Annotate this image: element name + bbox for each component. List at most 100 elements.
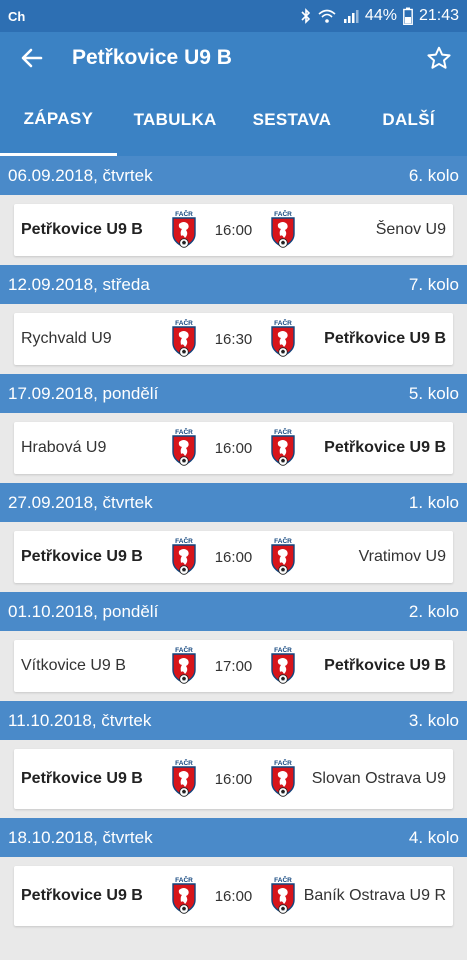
match-round: 4. kolo xyxy=(408,827,459,847)
svg-text:FAČR: FAČR xyxy=(275,210,293,218)
wifi-icon xyxy=(317,8,337,24)
svg-text:FAČR: FAČR xyxy=(275,319,293,327)
tab-zapasy[interactable]: ZÁPASY xyxy=(0,84,117,156)
tab-bar: ZÁPASY TABULKA SESTAVA DALŠÍ xyxy=(0,84,467,156)
match-card[interactable]: Petřkovice U9 B FAČR 16:00 FAČR Slovan O… xyxy=(14,749,453,809)
away-team: Šenov U9 xyxy=(375,221,446,238)
star-icon xyxy=(427,46,451,69)
away-team: Petřkovice U9 B xyxy=(324,439,446,456)
day-header: 01.10.2018, pondělí 2. kolo xyxy=(0,592,467,631)
svg-text:FAČR: FAČR xyxy=(275,876,293,884)
match-date: 12.09.2018, středa xyxy=(8,274,150,294)
clock: 21:43 xyxy=(418,7,459,24)
signal-icon xyxy=(343,8,359,24)
match-center: FAČR 16:00 FAČR xyxy=(169,428,299,468)
match-card[interactable]: Hrabová U9 FAČR 16:00 FAČR Petřkovice U9… xyxy=(14,422,453,474)
match-round: 6. kolo xyxy=(408,165,459,185)
match-time: 16:00 xyxy=(214,887,253,905)
svg-text:FAČR: FAČR xyxy=(175,428,193,436)
day-header: 12.09.2018, středa 7. kolo xyxy=(0,265,467,304)
home-crest-icon: FAČR xyxy=(169,646,199,686)
match-card[interactable]: Petřkovice U9 B FAČR 16:00 FAČR Vratimov… xyxy=(14,531,453,583)
home-crest-icon: FAČR xyxy=(169,759,199,799)
away-team: Petřkovice U9 B xyxy=(324,657,446,674)
battery-percent: 44% xyxy=(364,7,397,24)
status-bar: Ch 44% 21:43 xyxy=(0,0,467,32)
match-center: FAČR 17:00 FAČR xyxy=(169,646,299,686)
day-header: 27.09.2018, čtvrtek 1. kolo xyxy=(0,483,467,522)
svg-text:FAČR: FAČR xyxy=(175,537,193,545)
match-card[interactable]: Petřkovice U9 B FAČR 16:00 FAČR Baník Os… xyxy=(14,866,453,926)
match-list[interactable]: 06.09.2018, čtvrtek 6. kolo Petřkovice U… xyxy=(0,156,467,960)
away-crest-icon: FAČR xyxy=(268,876,298,916)
match-card[interactable]: Vítkovice U9 B FAČR 17:00 FAČR Petřkovic… xyxy=(14,640,453,692)
match-time: 16:00 xyxy=(214,548,253,566)
svg-text:FAČR: FAČR xyxy=(275,646,293,654)
match-time: 16:00 xyxy=(214,439,253,457)
home-crest-icon: FAČR xyxy=(169,428,199,468)
svg-text:FAČR: FAČR xyxy=(175,319,193,327)
away-crest-icon: FAČR xyxy=(268,759,298,799)
match-center: FAČR 16:30 FAČR xyxy=(169,319,299,359)
match-center: FAČR 16:00 FAČR xyxy=(169,210,299,250)
away-crest-icon: FAČR xyxy=(268,646,298,686)
svg-text:FAČR: FAČR xyxy=(175,210,193,218)
home-team: Vítkovice U9 B xyxy=(21,657,126,674)
away-crest-icon: FAČR xyxy=(268,537,298,577)
svg-text:FAČR: FAČR xyxy=(275,759,293,767)
match-center: FAČR 16:00 FAČR xyxy=(169,759,299,799)
tab-sestava[interactable]: SESTAVA xyxy=(234,84,351,156)
battery-icon xyxy=(403,7,413,25)
svg-text:FAČR: FAČR xyxy=(175,759,193,767)
away-crest-icon: FAČR xyxy=(268,319,298,359)
match-card[interactable]: Rychvald U9 FAČR 16:30 FAČR Petřkovice U… xyxy=(14,313,453,365)
match-date: 06.09.2018, čtvrtek xyxy=(8,165,153,185)
home-team: Petřkovice U9 B xyxy=(21,548,143,565)
home-team: Petřkovice U9 B xyxy=(21,221,143,238)
match-date: 18.10.2018, čtvrtek xyxy=(8,827,153,847)
day-header: 18.10.2018, čtvrtek 4. kolo xyxy=(0,818,467,857)
tab-tabulka[interactable]: TABULKA xyxy=(117,84,234,156)
match-time: 16:30 xyxy=(214,330,253,348)
away-crest-icon: FAČR xyxy=(268,428,298,468)
tab-dalsi[interactable]: DALŠÍ xyxy=(350,84,467,156)
home-crest-icon: FAČR xyxy=(169,537,199,577)
away-crest-icon: FAČR xyxy=(268,210,298,250)
home-crest-icon: FAČR xyxy=(169,210,199,250)
home-crest-icon: FAČR xyxy=(169,319,199,359)
match-date: 27.09.2018, čtvrtek xyxy=(8,492,153,512)
home-crest-icon: FAČR xyxy=(169,876,199,916)
page-title: Petřkovice U9 B xyxy=(72,46,232,69)
day-header: 06.09.2018, čtvrtek 6. kolo xyxy=(0,156,467,195)
bluetooth-icon xyxy=(301,8,311,24)
app-bar: Petřkovice U9 B xyxy=(0,32,467,84)
match-round: 7. kolo xyxy=(408,274,459,294)
arrow-left-icon xyxy=(21,48,43,68)
match-time: 16:00 xyxy=(214,221,253,239)
svg-text:FAČR: FAČR xyxy=(175,876,193,884)
day-header: 11.10.2018, čtvrtek 3. kolo xyxy=(0,701,467,740)
day-header: 17.09.2018, pondělí 5. kolo xyxy=(0,374,467,413)
carrier-label: Ch xyxy=(8,8,26,24)
match-date: 11.10.2018, čtvrtek xyxy=(8,710,152,730)
away-team: Vratimov U9 xyxy=(358,548,446,565)
match-round: 1. kolo xyxy=(408,492,459,512)
match-card[interactable]: Petřkovice U9 B FAČR 16:00 FAČR Šenov U9 xyxy=(14,204,453,256)
away-team: Slovan Ostrava U9 xyxy=(311,770,446,787)
svg-text:FAČR: FAČR xyxy=(275,428,293,436)
match-round: 2. kolo xyxy=(408,601,459,621)
svg-text:FAČR: FAČR xyxy=(275,537,293,545)
back-button[interactable] xyxy=(10,36,54,80)
home-team: Rychvald U9 xyxy=(21,330,112,347)
match-date: 17.09.2018, pondělí xyxy=(8,383,159,403)
match-center: FAČR 16:00 FAČR xyxy=(169,876,299,916)
favorite-button[interactable] xyxy=(417,36,461,80)
home-team: Petřkovice U9 B xyxy=(21,770,143,787)
home-team: Petřkovice U9 B xyxy=(21,887,143,904)
match-time: 16:00 xyxy=(214,770,253,788)
status-icons: 44% 21:43 xyxy=(301,7,459,25)
svg-text:FAČR: FAČR xyxy=(175,646,193,654)
away-team: Petřkovice U9 B xyxy=(324,330,446,347)
match-center: FAČR 16:00 FAČR xyxy=(169,537,299,577)
home-team: Hrabová U9 xyxy=(21,439,107,456)
